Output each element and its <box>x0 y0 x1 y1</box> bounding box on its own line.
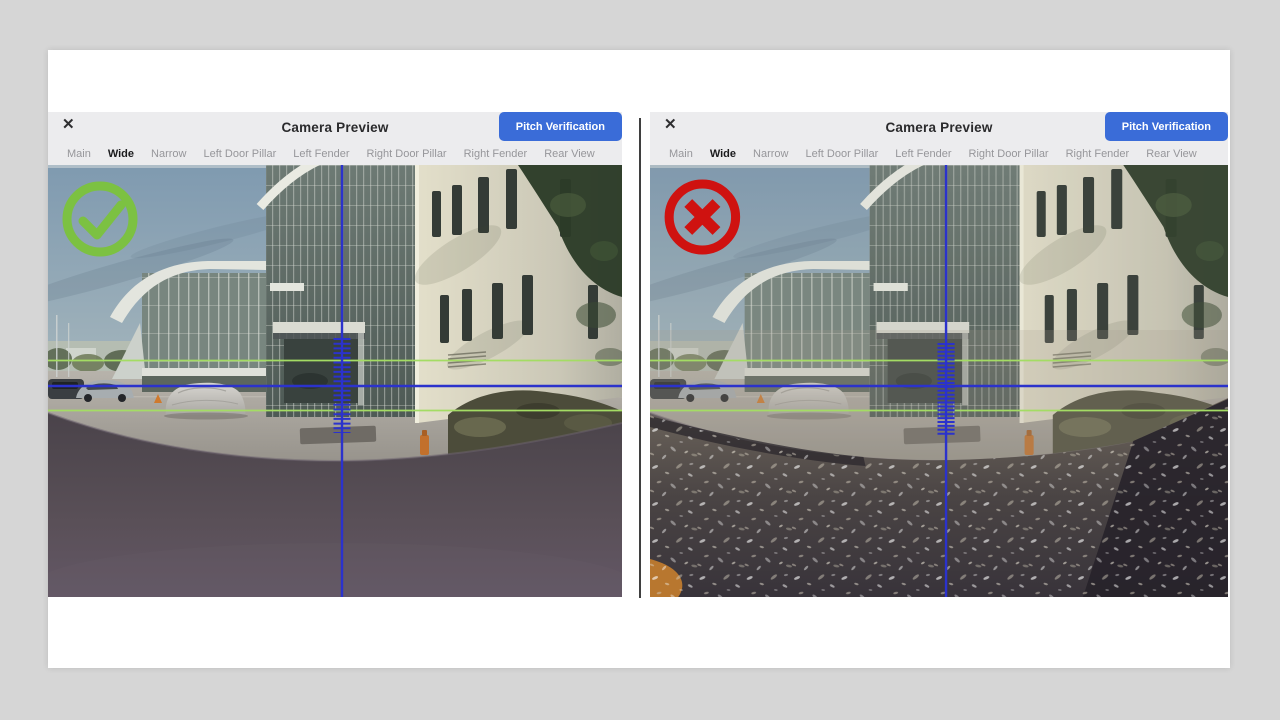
desktop-background: ✕ Camera Preview Pitch Verification Main… <box>0 0 1280 720</box>
tab-main[interactable]: Main <box>669 148 693 160</box>
tab-rear-view[interactable]: Rear View <box>1146 148 1197 160</box>
tab-rear-view[interactable]: Rear View <box>544 148 595 160</box>
tab-left-fender[interactable]: Left Fender <box>895 148 951 160</box>
tab-right-fender[interactable]: Right Fender <box>1066 148 1130 160</box>
panel-incorrect-example: ✕ Camera Preview Pitch Verification Main… <box>650 112 1228 597</box>
tab-right-fender[interactable]: Right Fender <box>464 148 528 160</box>
tab-left-door-pillar[interactable]: Left Door Pillar <box>203 148 276 160</box>
camera-tab-bar: Main Wide Narrow Left Door Pillar Left F… <box>48 142 622 165</box>
tab-narrow[interactable]: Narrow <box>151 148 186 160</box>
close-icon[interactable]: ✕ <box>62 117 75 132</box>
panel-header: ✕ Camera Preview Pitch Verification <box>48 112 622 142</box>
tab-narrow[interactable]: Narrow <box>753 148 788 160</box>
tab-main[interactable]: Main <box>67 148 91 160</box>
panel-correct-example: ✕ Camera Preview Pitch Verification Main… <box>48 112 622 597</box>
camera-tab-bar: Main Wide Narrow Left Door Pillar Left F… <box>650 142 1228 165</box>
pitch-verification-button[interactable]: Pitch Verification <box>1105 112 1228 141</box>
tab-left-fender[interactable]: Left Fender <box>293 148 349 160</box>
tab-right-door-pillar[interactable]: Right Door Pillar <box>367 148 447 160</box>
pitch-verification-button[interactable]: Pitch Verification <box>499 112 622 141</box>
camera-frame-correct <box>48 165 622 597</box>
close-icon[interactable]: ✕ <box>664 117 677 132</box>
tab-right-door-pillar[interactable]: Right Door Pillar <box>969 148 1049 160</box>
tab-left-door-pillar[interactable]: Left Door Pillar <box>805 148 878 160</box>
camera-frame-incorrect <box>650 165 1228 597</box>
panel-divider <box>639 118 641 598</box>
tab-wide[interactable]: Wide <box>710 148 736 160</box>
panel-header: ✕ Camera Preview Pitch Verification <box>650 112 1228 142</box>
tab-wide[interactable]: Wide <box>108 148 134 160</box>
